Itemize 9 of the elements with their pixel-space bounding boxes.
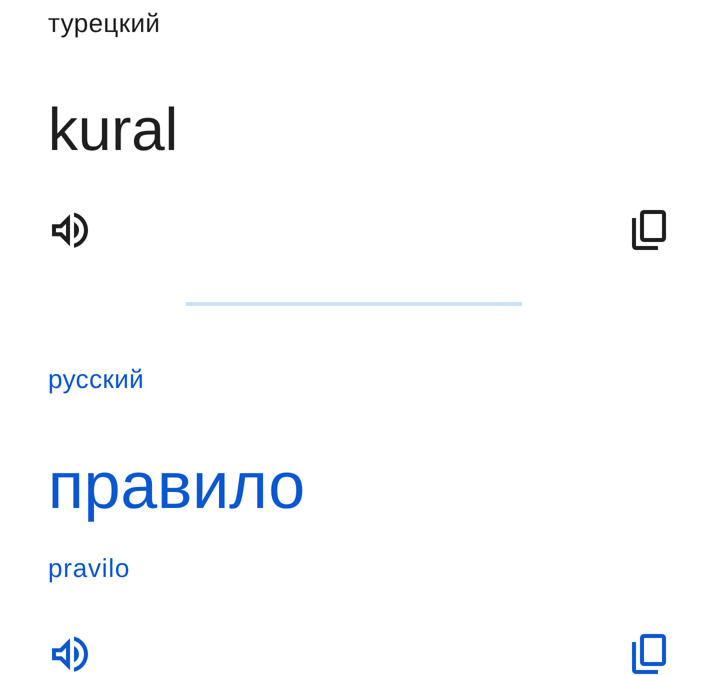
- translation-text: правило: [48, 447, 306, 523]
- transliteration-text: pravilo: [48, 552, 130, 584]
- speaker-icon[interactable]: [52, 212, 88, 248]
- language-label: турецкий: [48, 7, 160, 39]
- language-label: русский: [48, 363, 144, 395]
- source-text: kural: [48, 95, 178, 165]
- copy-icon[interactable]: [632, 634, 666, 674]
- copy-icon[interactable]: [632, 210, 666, 250]
- speaker-icon[interactable]: [52, 636, 88, 672]
